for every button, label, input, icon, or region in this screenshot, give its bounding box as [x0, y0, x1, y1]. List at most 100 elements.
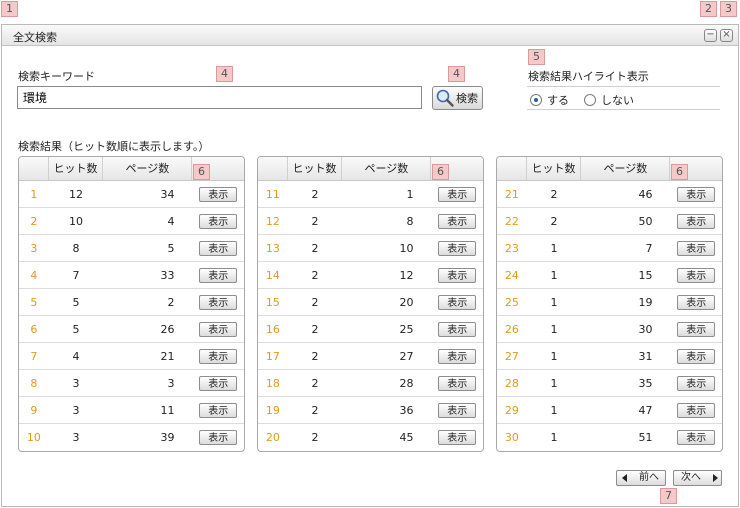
show-button[interactable]: 表示 — [438, 402, 477, 418]
hit-count: 1 — [550, 322, 558, 336]
show-button[interactable]: 表示 — [438, 321, 477, 337]
show-button[interactable]: 表示 — [199, 240, 238, 256]
hit-count: 1 — [550, 241, 558, 255]
result-number: 11 — [265, 187, 280, 201]
page-number: 39 — [160, 431, 175, 444]
show-button[interactable]: 表示 — [438, 186, 477, 202]
show-button[interactable]: 表示 — [438, 294, 477, 310]
search-button-label: 検索 — [456, 93, 478, 105]
minimize-icon[interactable]: − — [704, 29, 717, 42]
result-number: 14 — [265, 268, 280, 282]
marker-7: 7 — [660, 488, 677, 504]
page-number: 4 — [167, 214, 175, 228]
show-button[interactable]: 表示 — [199, 294, 238, 310]
result-number: 27 — [504, 349, 519, 363]
show-button[interactable]: 表示 — [438, 348, 477, 364]
page-number: 12 — [399, 268, 414, 282]
prev-page-label: 前へ — [639, 472, 659, 483]
result-number: 10 — [26, 431, 41, 444]
page-number: 21 — [160, 349, 175, 363]
show-button[interactable]: 表示 — [438, 430, 477, 445]
show-button[interactable]: 表示 — [438, 375, 477, 391]
highlight-off-label: しない — [601, 94, 634, 107]
hit-count: 8 — [72, 241, 80, 255]
highlight-off-radio[interactable]: しない — [584, 92, 634, 108]
result-number: 2 — [30, 214, 38, 228]
table-row: 7 4 21 表示 — [19, 343, 244, 370]
action-cell: 表示 — [432, 348, 484, 364]
show-button[interactable]: 表示 — [199, 186, 238, 202]
show-button[interactable]: 表示 — [199, 213, 238, 229]
page-number: 35 — [638, 376, 653, 390]
header-no — [19, 157, 49, 180]
show-button[interactable]: 表示 — [199, 375, 238, 391]
show-button[interactable]: 表示 — [438, 240, 477, 256]
table-row: 18 2 28 表示 — [258, 370, 483, 397]
result-number: 4 — [30, 268, 38, 282]
show-button[interactable]: 表示 — [677, 240, 716, 256]
show-button[interactable]: 表示 — [199, 321, 238, 337]
table-row: 5 5 2 表示 — [19, 289, 244, 316]
title-bar: 全文検索 − × — [2, 25, 738, 46]
table-header: ヒット数 ページ数 — [258, 157, 483, 181]
marker-5: 5 — [528, 49, 545, 65]
result-number: 12 — [265, 214, 280, 228]
header-no — [497, 157, 527, 180]
header-no — [258, 157, 288, 180]
page-number: 8 — [406, 214, 414, 228]
show-button[interactable]: 表示 — [199, 348, 238, 364]
result-number: 19 — [265, 403, 280, 417]
arrow-right-icon — [713, 474, 718, 482]
highlight-on-label: する — [547, 94, 569, 107]
result-number: 30 — [504, 431, 519, 444]
show-button[interactable]: 表示 — [677, 321, 716, 337]
search-button[interactable]: 検索 — [432, 86, 483, 110]
hit-count: 7 — [72, 268, 80, 282]
table-row: 13 2 10 表示 — [258, 235, 483, 262]
action-cell: 表示 — [193, 430, 245, 445]
action-cell: 表示 — [671, 430, 723, 445]
result-number: 24 — [504, 268, 519, 282]
result-number: 26 — [504, 322, 519, 336]
result-number: 20 — [265, 431, 280, 444]
show-button[interactable]: 表示 — [677, 375, 716, 391]
page-number: 45 — [399, 431, 414, 444]
hit-count: 2 — [311, 268, 319, 282]
show-button[interactable]: 表示 — [677, 186, 716, 202]
show-button[interactable]: 表示 — [199, 402, 238, 418]
hit-count: 2 — [550, 214, 558, 228]
next-page-button[interactable]: 次へ — [673, 470, 722, 486]
show-button[interactable]: 表示 — [677, 213, 716, 229]
hit-count: 3 — [72, 431, 80, 444]
show-button[interactable]: 表示 — [677, 430, 716, 445]
page-number: 11 — [160, 403, 175, 417]
show-button[interactable]: 表示 — [677, 267, 716, 283]
show-button[interactable]: 表示 — [677, 348, 716, 364]
hit-count: 1 — [550, 268, 558, 282]
table-row: 1 12 34 表示 — [19, 181, 244, 208]
action-cell: 表示 — [193, 321, 245, 337]
page-number: 2 — [167, 295, 175, 309]
window-title: 全文検索 — [13, 31, 57, 44]
prev-page-button[interactable]: 前へ — [616, 470, 666, 486]
keyword-input[interactable] — [17, 86, 422, 109]
show-button[interactable]: 表示 — [199, 267, 238, 283]
page-number: 5 — [167, 241, 175, 255]
table-row: 3 8 5 表示 — [19, 235, 244, 262]
show-button[interactable]: 表示 — [438, 213, 477, 229]
show-button[interactable]: 表示 — [677, 402, 716, 418]
marker-6-1: 6 — [193, 164, 210, 180]
highlight-on-radio[interactable]: する — [530, 92, 569, 108]
page-number: 51 — [638, 431, 653, 444]
show-button[interactable]: 表示 — [677, 294, 716, 310]
action-cell: 表示 — [432, 375, 484, 391]
show-button[interactable]: 表示 — [199, 430, 238, 445]
page-number: 7 — [645, 241, 653, 255]
show-button[interactable]: 表示 — [438, 267, 477, 283]
hit-count: 2 — [311, 349, 319, 363]
table-row: 27 1 31 表示 — [497, 343, 722, 370]
marker-3: 3 — [720, 1, 737, 17]
hit-count: 5 — [72, 295, 80, 309]
close-icon[interactable]: × — [720, 29, 733, 42]
hit-count: 2 — [311, 295, 319, 309]
